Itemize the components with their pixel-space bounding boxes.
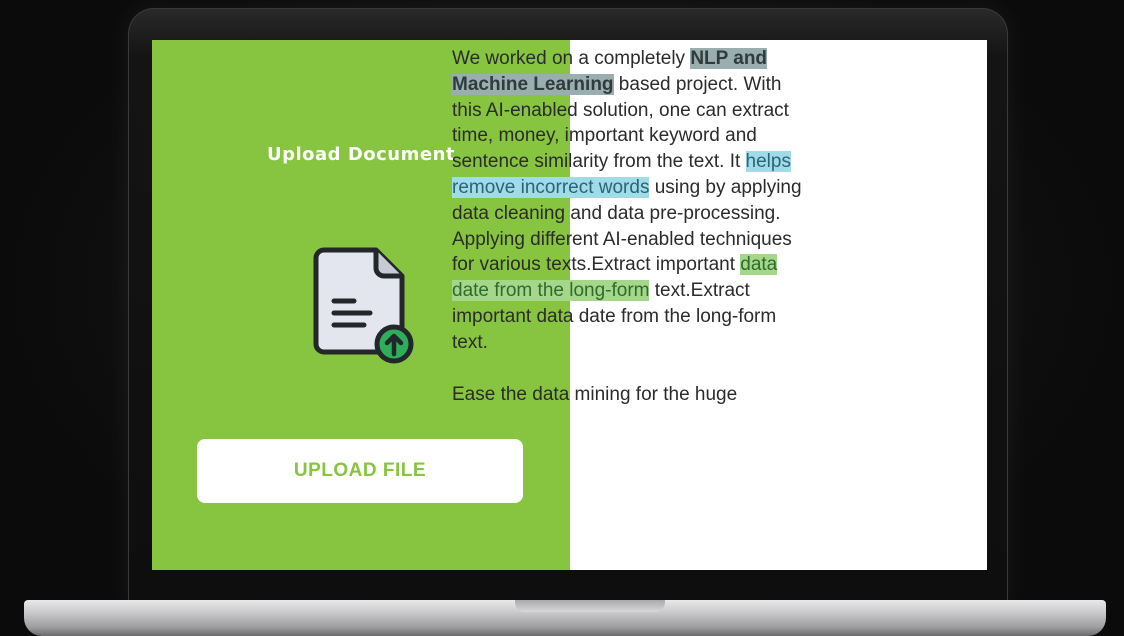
upload-file-button[interactable]: UPLOAD FILE xyxy=(197,439,523,503)
text-segment: We worked on a completely xyxy=(452,48,691,69)
laptop-scene: Upload Document UPLOAD FILE We worked on… xyxy=(0,0,1124,636)
description-paragraph: We worked on a completely NLP and Machin… xyxy=(452,46,802,356)
laptop-base xyxy=(24,600,1106,636)
file-upload-icon xyxy=(313,247,414,364)
description-text: We worked on a completely NLP and Machin… xyxy=(452,46,802,407)
laptop-notch xyxy=(515,600,665,612)
description-paragraph-2: Ease the data mining for the huge xyxy=(452,383,738,405)
